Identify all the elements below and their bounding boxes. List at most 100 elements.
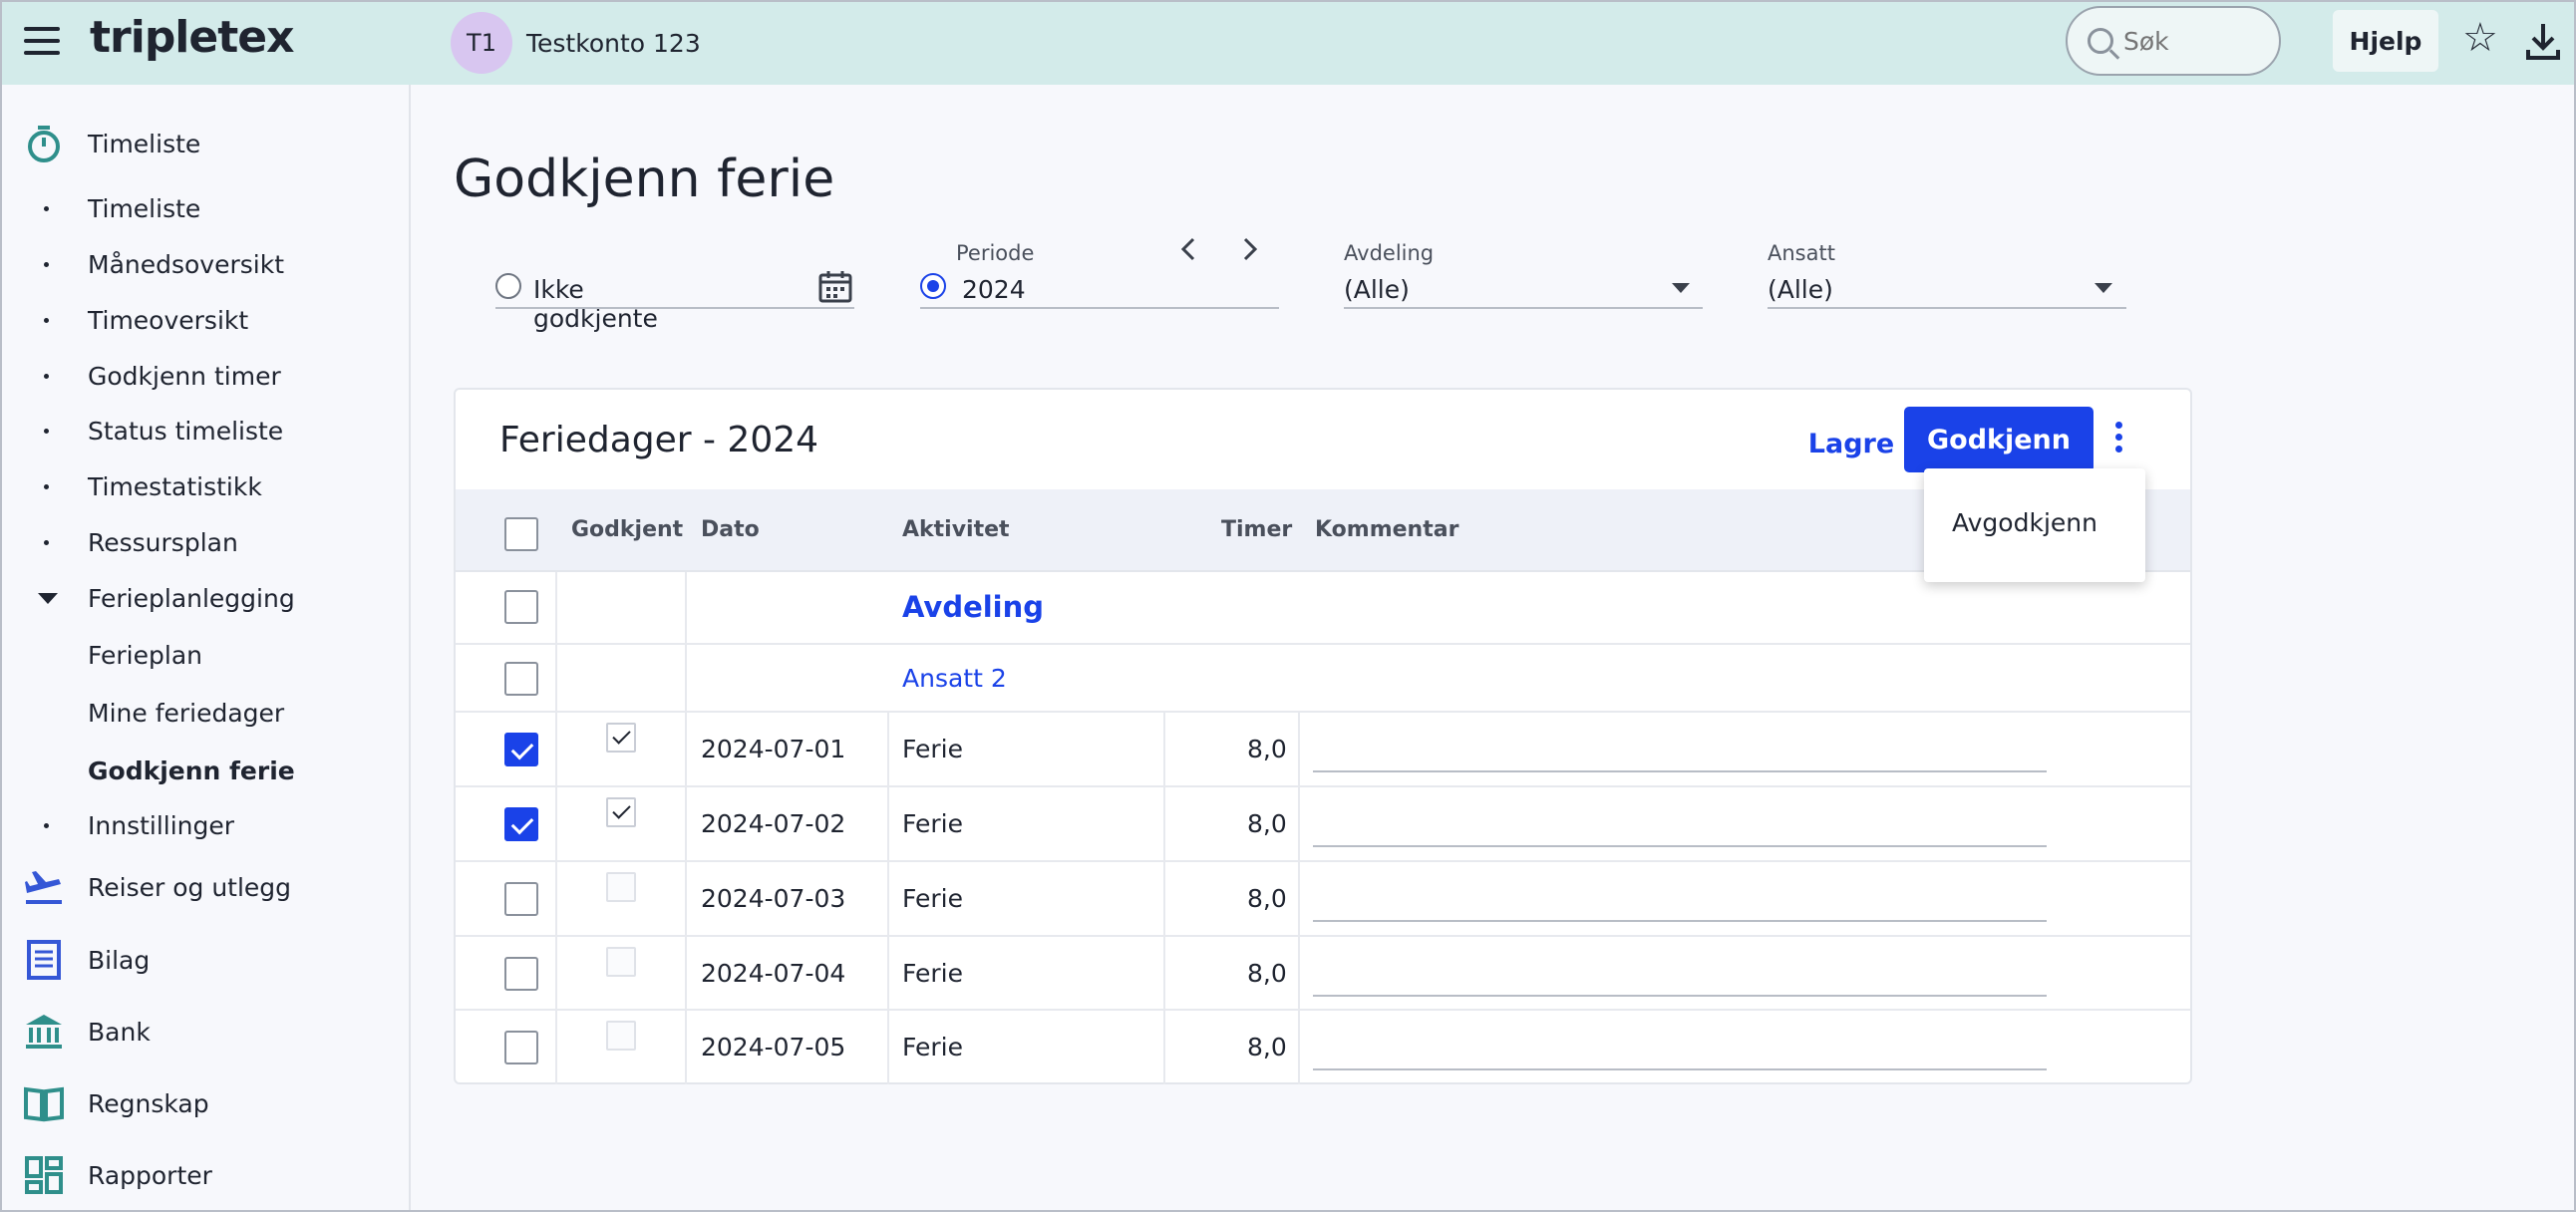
- row-activity: Ferie: [902, 884, 963, 913]
- sidebar-item-ferieplanlegging[interactable]: Ferieplanlegging: [0, 573, 409, 623]
- page-title: Godkjenn ferie: [454, 150, 835, 209]
- row-hours: 8,0: [1247, 809, 1287, 838]
- brand-logo[interactable]: tripletex: [90, 12, 294, 63]
- table-row: 2024-07-03 Ferie 8,0: [456, 862, 2190, 937]
- row-date: 2024-07-03: [701, 884, 846, 913]
- row-select-checkbox[interactable]: [504, 807, 538, 841]
- row-date: 2024-07-05: [701, 1033, 846, 1061]
- sidebar-item-label: Månedsoversikt: [88, 249, 285, 279]
- row-approved-checkbox[interactable]: [606, 797, 636, 827]
- row-comment-input[interactable]: [1313, 723, 2047, 772]
- search-box[interactable]: [2066, 6, 2281, 76]
- sidebar-section-regnskap[interactable]: Regnskap: [0, 1075, 409, 1131]
- column-header-timer[interactable]: Timer: [1221, 517, 1292, 542]
- row-approved-checkbox[interactable]: [606, 1021, 636, 1051]
- row-select-checkbox[interactable]: [504, 957, 538, 991]
- row-activity: Ferie: [902, 735, 963, 763]
- sidebar-item-label: Mine feriedager: [88, 698, 285, 728]
- periode-value[interactable]: 2024: [962, 275, 1026, 304]
- dropdown-arrow-icon[interactable]: [1672, 283, 1690, 293]
- group-checkbox[interactable]: [504, 590, 538, 624]
- sidebar-section-label: Regnskap: [88, 1088, 209, 1118]
- sidebar-subitem-mine-feriedager[interactable]: Mine feriedager: [0, 688, 409, 738]
- menu-item-avgodkjenn[interactable]: Avgodkjenn: [1952, 508, 2097, 537]
- calendar-icon[interactable]: [818, 269, 852, 303]
- row-date: 2024-07-02: [701, 809, 846, 838]
- column-header-godkjent[interactable]: Godkjent: [571, 517, 683, 542]
- row-comment-input[interactable]: [1313, 1021, 2047, 1070]
- avdeling-label: Avdeling: [1344, 241, 1435, 265]
- sidebar-item-label: Timeliste: [88, 193, 201, 223]
- row-approved-checkbox[interactable]: [606, 723, 636, 753]
- sidebar-section-reiser-og-utlegg[interactable]: Reiser og utlegg: [0, 859, 409, 915]
- select-all-checkbox[interactable]: [504, 517, 538, 551]
- sidebar-section-label: Reiser og utlegg: [88, 872, 292, 902]
- table-row: 2024-07-02 Ferie 8,0: [456, 787, 2190, 862]
- sidebar-section-bank[interactable]: Bank: [0, 1004, 409, 1060]
- sidebar-subitem-ferieplan[interactable]: Ferieplan: [0, 630, 409, 680]
- godkjenn-button[interactable]: Godkjenn: [1904, 407, 2093, 472]
- sidebar-item-timeliste[interactable]: Timeliste: [0, 183, 409, 233]
- row-hours: 8,0: [1247, 959, 1287, 988]
- row-select-checkbox[interactable]: [504, 882, 538, 916]
- column-header-dato[interactable]: Dato: [701, 517, 760, 542]
- periode-radio[interactable]: [920, 273, 946, 299]
- star-icon[interactable]: ☆: [2462, 18, 2498, 58]
- group-label-avdeling[interactable]: Avdeling: [902, 590, 1044, 624]
- sidebar-subitem-godkjenn-ferie[interactable]: Godkjenn ferie: [0, 746, 409, 795]
- avdeling-select[interactable]: (Alle): [1344, 275, 1410, 304]
- column-header-kommentar[interactable]: Kommentar: [1315, 517, 1458, 542]
- search-icon: [2088, 28, 2113, 54]
- sidebar-item-timestatistikk[interactable]: Timestatistikk: [0, 461, 409, 511]
- row-activity: Ferie: [902, 1033, 963, 1061]
- sidebar-section-rapporter[interactable]: Rapporter: [0, 1147, 409, 1203]
- ansatt-select[interactable]: (Alle): [1768, 275, 1833, 304]
- search-input[interactable]: [2123, 26, 2263, 56]
- airplane-icon: [25, 871, 62, 904]
- more-options-icon[interactable]: [2112, 422, 2124, 455]
- row-comment-input[interactable]: [1313, 797, 2047, 847]
- sidebar-item-timeoversikt[interactable]: Timeoversikt: [0, 295, 409, 345]
- periode-underline: [920, 307, 1279, 309]
- table-employee-row: Ansatt 2: [456, 645, 2190, 713]
- menu-icon[interactable]: [24, 27, 60, 57]
- lagre-button[interactable]: Lagre: [1781, 412, 1921, 475]
- row-comment-input[interactable]: [1313, 947, 2047, 997]
- row-select-checkbox[interactable]: [504, 1031, 538, 1064]
- more-options-menu: Avgodkjenn: [1924, 468, 2145, 582]
- row-approved-checkbox[interactable]: [606, 947, 636, 977]
- chevron-left-icon[interactable]: [1179, 235, 1197, 263]
- sidebar: Timeliste Timeliste Månedsoversikt Timeo…: [0, 85, 411, 1212]
- sidebar-item-label: Godkjenn timer: [88, 361, 281, 391]
- sidebar-item-label: Ressursplan: [88, 527, 238, 557]
- ikke-godkjente-radio[interactable]: [495, 273, 521, 299]
- account-switcher[interactable]: T1 Testkonto 123: [451, 12, 701, 74]
- row-comment-input[interactable]: [1313, 872, 2047, 922]
- sidebar-item-label: Godkjenn ferie: [88, 756, 295, 785]
- table-row: 2024-07-01 Ferie 8,0: [456, 713, 2190, 787]
- sidebar-section-timeliste[interactable]: Timeliste: [0, 119, 409, 168]
- download-icon[interactable]: [2525, 22, 2561, 62]
- sidebar-item-status-timeliste[interactable]: Status timeliste: [0, 406, 409, 455]
- chevron-down-icon: [38, 593, 58, 604]
- row-activity: Ferie: [902, 959, 963, 988]
- row-approved-checkbox[interactable]: [606, 872, 636, 902]
- sidebar-item-label: Ferieplan: [88, 640, 202, 670]
- employee-label[interactable]: Ansatt 2: [902, 664, 1007, 693]
- help-button[interactable]: Hjelp: [2333, 10, 2438, 72]
- sidebar-section-bilag[interactable]: Bilag: [0, 932, 409, 988]
- ansatt-underline: [1768, 307, 2126, 309]
- row-select-checkbox[interactable]: [504, 733, 538, 766]
- sidebar-section-label: Bilag: [88, 945, 151, 975]
- column-header-aktivitet[interactable]: Aktivitet: [902, 517, 1010, 542]
- sidebar-item-godkjenn-timer[interactable]: Godkjenn timer: [0, 351, 409, 401]
- card-title: Feriedager - 2024: [499, 420, 819, 460]
- employee-checkbox[interactable]: [504, 662, 538, 696]
- sidebar-item-ressursplan[interactable]: Ressursplan: [0, 517, 409, 567]
- dropdown-arrow-icon[interactable]: [2094, 283, 2112, 293]
- sidebar-item-manedsoversikt[interactable]: Månedsoversikt: [0, 239, 409, 289]
- sidebar-item-innstillinger[interactable]: Innstillinger: [0, 800, 409, 850]
- row-date: 2024-07-01: [701, 735, 846, 763]
- chevron-right-icon[interactable]: [1241, 235, 1259, 263]
- sidebar-section-label: Rapporter: [88, 1160, 212, 1190]
